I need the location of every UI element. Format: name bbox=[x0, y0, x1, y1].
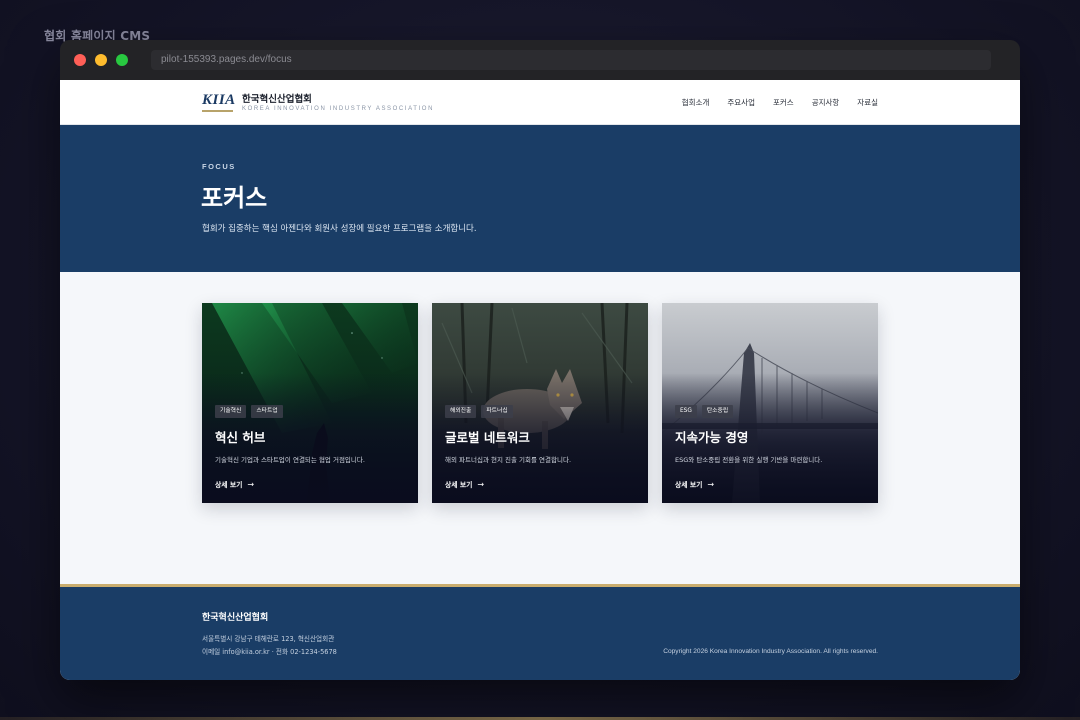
hero-banner: FOCUS 포커스 협회가 집중하는 핵심 아젠다와 회원사 성장에 필요한 프… bbox=[60, 125, 1020, 272]
tag-badge: 스타트업 bbox=[251, 405, 283, 418]
arrow-right-icon: → bbox=[707, 479, 715, 489]
focus-card-grid: 기술혁신 스타트업 혁신 허브 기술혁신 기업과 스타트업이 연결되는 협업 거… bbox=[202, 303, 878, 503]
focus-card-global-network[interactable]: 해외진출 파트너십 글로벌 네트워크 해외 파트너십과 현지 진출 기회를 연결… bbox=[432, 303, 648, 503]
arrow-right-icon: → bbox=[247, 479, 255, 489]
card-tags: ESG 탄소중립 bbox=[675, 405, 734, 418]
hero-description: 협회가 집중하는 핵심 아젠다와 회원사 성장에 필요한 프로그램을 소개합니다… bbox=[202, 224, 477, 234]
hero-eyebrow: FOCUS bbox=[202, 162, 236, 171]
focus-card-innovation-hub[interactable]: 기술혁신 스타트업 혁신 허브 기술혁신 기업과 스타트업이 연결되는 협업 거… bbox=[202, 303, 418, 503]
card-title: 혁신 허브 bbox=[215, 430, 266, 445]
footer-org-name: 한국혁신산업협회 bbox=[202, 613, 269, 623]
browser-toolbar: pilot-155393.pages.dev/focus bbox=[60, 40, 1020, 80]
minimize-window-button[interactable] bbox=[95, 54, 107, 66]
card-description: ESG와 탄소중립 전환을 위한 실행 기반을 마련합니다. bbox=[675, 456, 823, 464]
card-link-label: 상세 보기 bbox=[675, 481, 703, 489]
nav-item-focus[interactable]: 포커스 bbox=[773, 97, 794, 108]
maximize-window-button[interactable] bbox=[116, 54, 128, 66]
tag-badge: ESG bbox=[675, 405, 697, 418]
web-page: KIIA 한국혁신산업협회 KOREA INNOVATION INDUSTRY … bbox=[60, 80, 1020, 680]
logo-org-name-en: KOREA INNOVATION INDUSTRY ASSOCIATION bbox=[242, 106, 435, 112]
site-header: KIIA 한국혁신산업협회 KOREA INNOVATION INDUSTRY … bbox=[60, 80, 1020, 125]
arrow-right-icon: → bbox=[477, 479, 485, 489]
nav-item-archive[interactable]: 자료실 bbox=[857, 97, 878, 108]
card-link-label: 상세 보기 bbox=[215, 481, 243, 489]
card-description: 기술혁신 기업과 스타트업이 연결되는 협업 거점입니다. bbox=[215, 456, 365, 464]
card-title: 지속가능 경영 bbox=[675, 430, 749, 445]
tag-badge: 해외진출 bbox=[445, 405, 477, 418]
card-detail-link[interactable]: 상세 보기 → bbox=[675, 479, 715, 490]
site-footer: 한국혁신산업협회 서울특별시 강남구 테헤란로 123, 혁신산업회관 이메일 … bbox=[60, 584, 1020, 680]
nav-item-business[interactable]: 주요사업 bbox=[727, 97, 755, 108]
footer-copyright: Copyright 2026 Korea Innovation Industry… bbox=[663, 648, 878, 655]
logo-org-name[interactable]: 한국혁신산업협회 bbox=[242, 91, 312, 105]
card-tags: 해외진출 파트너십 bbox=[445, 405, 513, 418]
card-detail-link[interactable]: 상세 보기 → bbox=[445, 479, 485, 490]
logo-mark[interactable]: KIIA bbox=[202, 92, 236, 109]
address-bar[interactable]: pilot-155393.pages.dev/focus bbox=[151, 50, 991, 70]
tag-badge: 탄소중립 bbox=[701, 405, 734, 418]
page-title: 포커스 bbox=[201, 184, 268, 212]
card-detail-link[interactable]: 상세 보기 → bbox=[215, 479, 255, 490]
tag-badge: 기술혁신 bbox=[215, 405, 247, 418]
footer-address: 서울특별시 강남구 테헤란로 123, 혁신산업회관 bbox=[202, 635, 335, 643]
nav-item-notice[interactable]: 공지사항 bbox=[812, 97, 840, 108]
close-window-button[interactable] bbox=[74, 54, 86, 66]
logo-underline bbox=[202, 110, 233, 112]
nav-item-about[interactable]: 협회소개 bbox=[682, 97, 710, 108]
footer-contact: 이메일 info@kiia.or.kr · 전화 02-1234-5678 bbox=[202, 648, 337, 656]
tag-badge: 파트너십 bbox=[481, 405, 513, 418]
card-tags: 기술혁신 스타트업 bbox=[215, 405, 283, 418]
card-description: 해외 파트너십과 현지 진출 기회를 연결합니다. bbox=[445, 456, 572, 464]
main-nav: 협회소개 주요사업 포커스 공지사항 자료실 bbox=[682, 80, 878, 125]
focus-card-sustainability[interactable]: ESG 탄소중립 지속가능 경영 ESG와 탄소중립 전환을 위한 실행 기반을… bbox=[662, 303, 878, 503]
browser-window: pilot-155393.pages.dev/focus KIIA 한국혁신산업… bbox=[60, 40, 1020, 680]
card-link-label: 상세 보기 bbox=[445, 481, 473, 489]
card-title: 글로벌 네트워크 bbox=[445, 430, 530, 445]
